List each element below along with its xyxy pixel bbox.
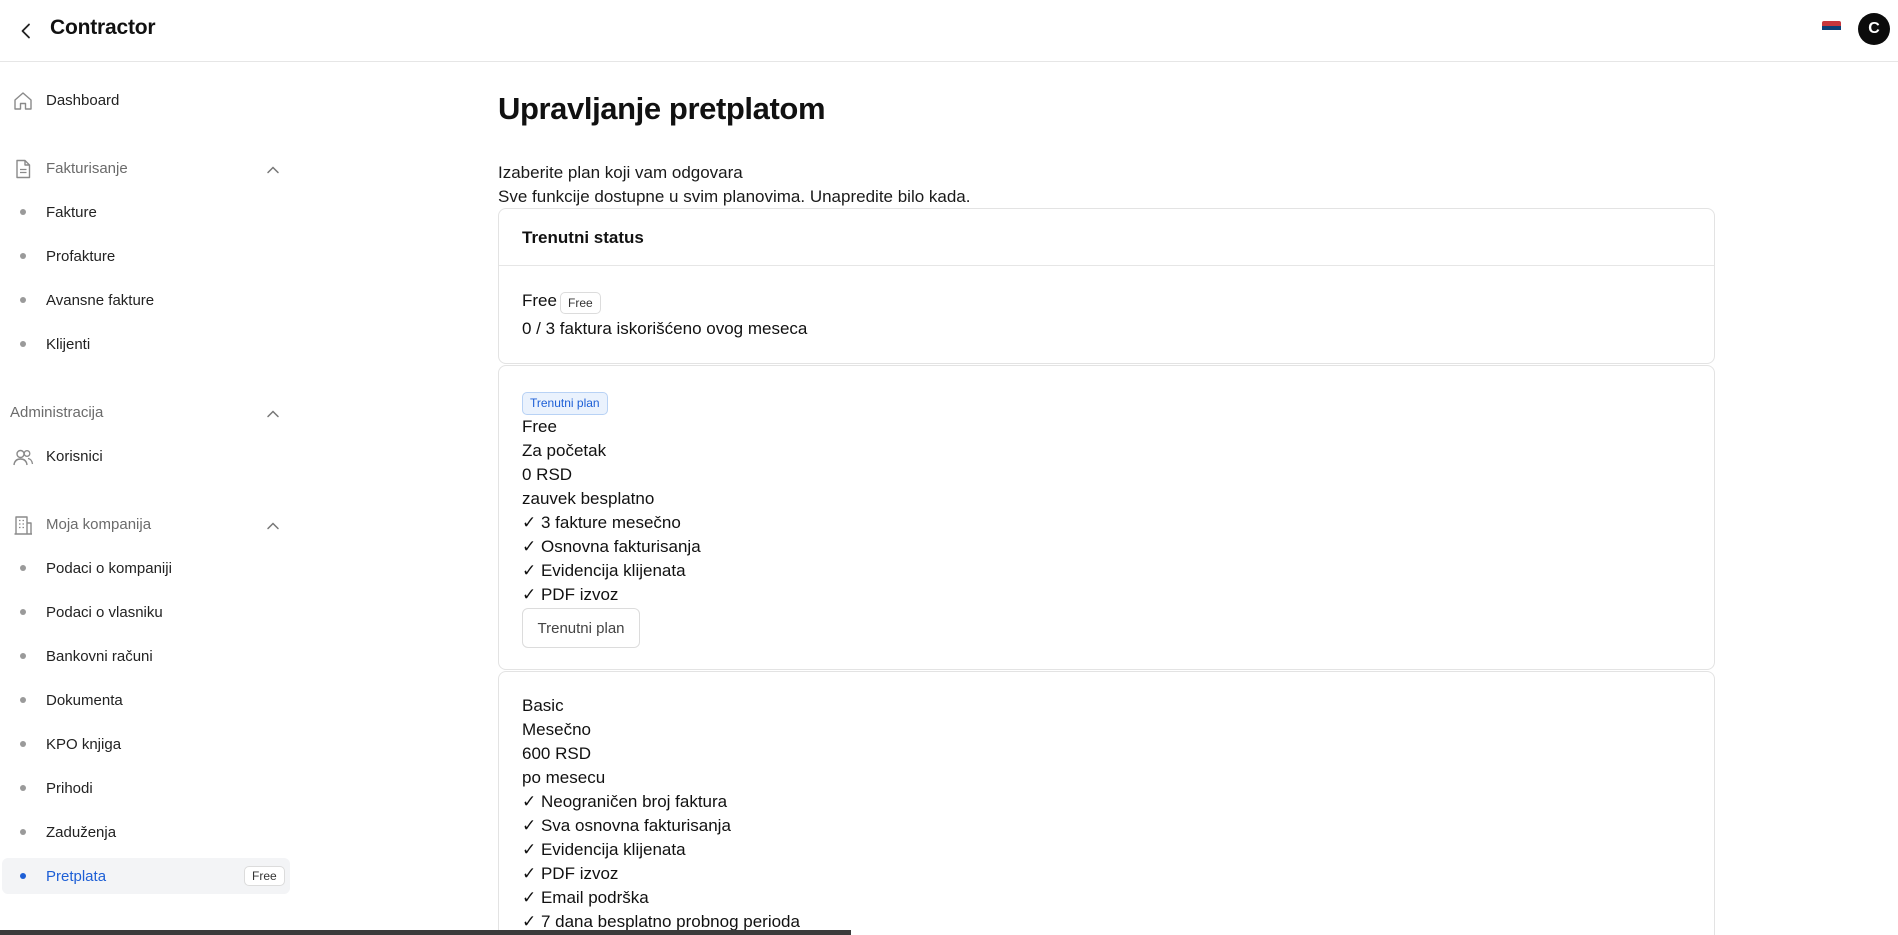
bullet-dot (20, 565, 26, 571)
home-icon (12, 90, 34, 112)
bullet-dot (20, 829, 26, 835)
sidebar-item-label: Dokumenta (46, 691, 123, 709)
sidebar-item-label: Bankovni računi (46, 647, 153, 665)
bullet-dot (20, 697, 26, 703)
sidebar-item-label: Podaci o vlasniku (46, 603, 163, 621)
sidebar-item-pretplata[interactable]: Pretplata Free (2, 858, 290, 894)
top-bar: Contractor C (0, 0, 1898, 62)
sidebar-item-dashboard[interactable]: Dashboard (2, 81, 290, 119)
status-plan-badge: Free (560, 292, 601, 314)
plan-period: zauvek besplatno (522, 489, 655, 508)
status-card: Trenutni status Free Free 0 / 3 faktura … (498, 208, 1715, 364)
plan-name: Basic (522, 696, 564, 715)
current-plan-badge: Trenutni plan (522, 392, 608, 415)
page-title: Upravljanje pretplatom (498, 91, 826, 126)
status-usage: 0 / 3 faktura iskorišćeno ovog meseca (522, 319, 808, 338)
sidebar-item-dokumenta[interactable]: Dokumenta (2, 682, 290, 718)
sidebar-item-klijenti[interactable]: Klijenti (2, 326, 290, 362)
sidebar-item-fakture[interactable]: Fakture (2, 194, 290, 230)
app-title: Contractor (50, 16, 156, 39)
bullet-dot (20, 741, 26, 747)
plan-price: 600 RSD (522, 744, 591, 763)
bullet-dot (20, 653, 26, 659)
sidebar-item-label: Zaduženja (46, 823, 117, 841)
sidebar: Dashboard Fakturisanje Fakture Profaktur… (0, 62, 292, 935)
plan-price: 0 RSD (522, 465, 573, 484)
status-plan-name: Free (522, 291, 557, 310)
intro-text: Izaberite plan koji vam odgovara (498, 163, 743, 182)
plan-badge: Free (244, 866, 285, 886)
sidebar-item-label: Avansne fakture (46, 291, 155, 309)
plan-feature: ✓ Email podrška (522, 888, 649, 907)
plan-feature: ✓ Neograničen broj faktura (522, 792, 728, 811)
section-label: Moja kompanija (46, 515, 152, 533)
plan-feature: ✓ PDF izvoz (522, 585, 619, 604)
plan-feature: ✓ Evidencija klijenata (522, 840, 686, 859)
sidebar-item-label: Korisnici (46, 447, 103, 465)
sidebar-item-prihodi[interactable]: Prihodi (2, 770, 290, 806)
bullet-dot (20, 297, 26, 303)
sidebar-item-label: Fakture (46, 203, 97, 221)
chevron-up-icon (266, 162, 280, 174)
bullet-dot (20, 209, 26, 215)
sidebar-item-kpo-knjiga[interactable]: KPO knjiga (2, 726, 290, 762)
sidebar-item-profakture[interactable]: Profakture (2, 238, 290, 274)
section-moja-kompanija[interactable]: Moja kompanija (2, 505, 290, 543)
plan-feature: ✓ PDF izvoz (522, 864, 619, 883)
current-plan-button[interactable]: Trenutni plan (522, 608, 640, 648)
plan-feature: ✓ Osnovna fakturisanja (522, 537, 701, 556)
plan-subtitle: Za početak (522, 441, 607, 460)
plan-feature: ✓ 7 dana besplatno probnog perioda (522, 912, 800, 931)
chevron-up-icon (266, 518, 280, 530)
building-icon (12, 514, 34, 536)
plan-subtitle: Mesečno (522, 720, 591, 739)
plan-feature: ✓ Evidencija klijenata (522, 561, 686, 580)
section-fakturisanje[interactable]: Fakturisanje (2, 149, 290, 187)
section-label: Fakturisanje (46, 159, 128, 177)
status-title: Trenutni status (522, 228, 644, 247)
sidebar-item-avansne-fakture[interactable]: Avansne fakture (2, 282, 290, 318)
plan-feature: ✓ 3 fakture mesečno (522, 513, 681, 532)
sidebar-item-label: Profakture (46, 247, 116, 265)
document-icon (12, 158, 34, 180)
sidebar-item-label: Pretplata (46, 867, 107, 885)
bullet-dot (20, 785, 26, 791)
status-card-header: Trenutni status (499, 209, 1714, 266)
intro-subtext: Sve funkcije dostupne u svim planovima. … (498, 187, 971, 206)
chevron-up-icon (266, 406, 280, 418)
sidebar-item-label: Prihodi (46, 779, 93, 797)
sidebar-item-korisnici[interactable]: Korisnici (2, 437, 290, 475)
horizontal-scrollbar[interactable] (0, 930, 851, 935)
bullet-dot (20, 873, 26, 879)
bullet-dot (20, 341, 26, 347)
sidebar-item-podaci-o-kompaniji[interactable]: Podaci o kompaniji (2, 550, 290, 586)
plan-period: po mesecu (522, 768, 606, 787)
users-icon (12, 446, 34, 468)
plan-card-basic: Basic Mesečno 600 RSD po mesecu ✓ Neogra… (498, 671, 1715, 935)
sidebar-item-label: Dashboard (46, 91, 120, 109)
user-avatar[interactable]: C (1858, 13, 1890, 45)
serbia-flag-icon[interactable] (1822, 21, 1841, 35)
plan-feature: ✓ Sva osnovna fakturisanja (522, 816, 731, 835)
plan-name: Free (522, 417, 557, 436)
sidebar-item-label: Podaci o kompaniji (46, 559, 172, 577)
sidebar-item-label: KPO knjiga (46, 735, 122, 753)
bullet-dot (20, 609, 26, 615)
section-administracija[interactable]: Administracija (2, 393, 290, 431)
back-arrow-icon[interactable] (12, 17, 40, 45)
section-label: Administracija (10, 403, 104, 421)
sidebar-item-bankovni-racuni[interactable]: Bankovni računi (2, 638, 290, 674)
sidebar-item-zaduzenja[interactable]: Zaduženja (2, 814, 290, 850)
bullet-dot (20, 253, 26, 259)
plan-card-free: Trenutni plan Free Za početak 0 RSD zauv… (498, 365, 1715, 670)
sidebar-item-label: Klijenti (46, 335, 91, 353)
sidebar-item-podaci-o-vlasniku[interactable]: Podaci o vlasniku (2, 594, 290, 630)
